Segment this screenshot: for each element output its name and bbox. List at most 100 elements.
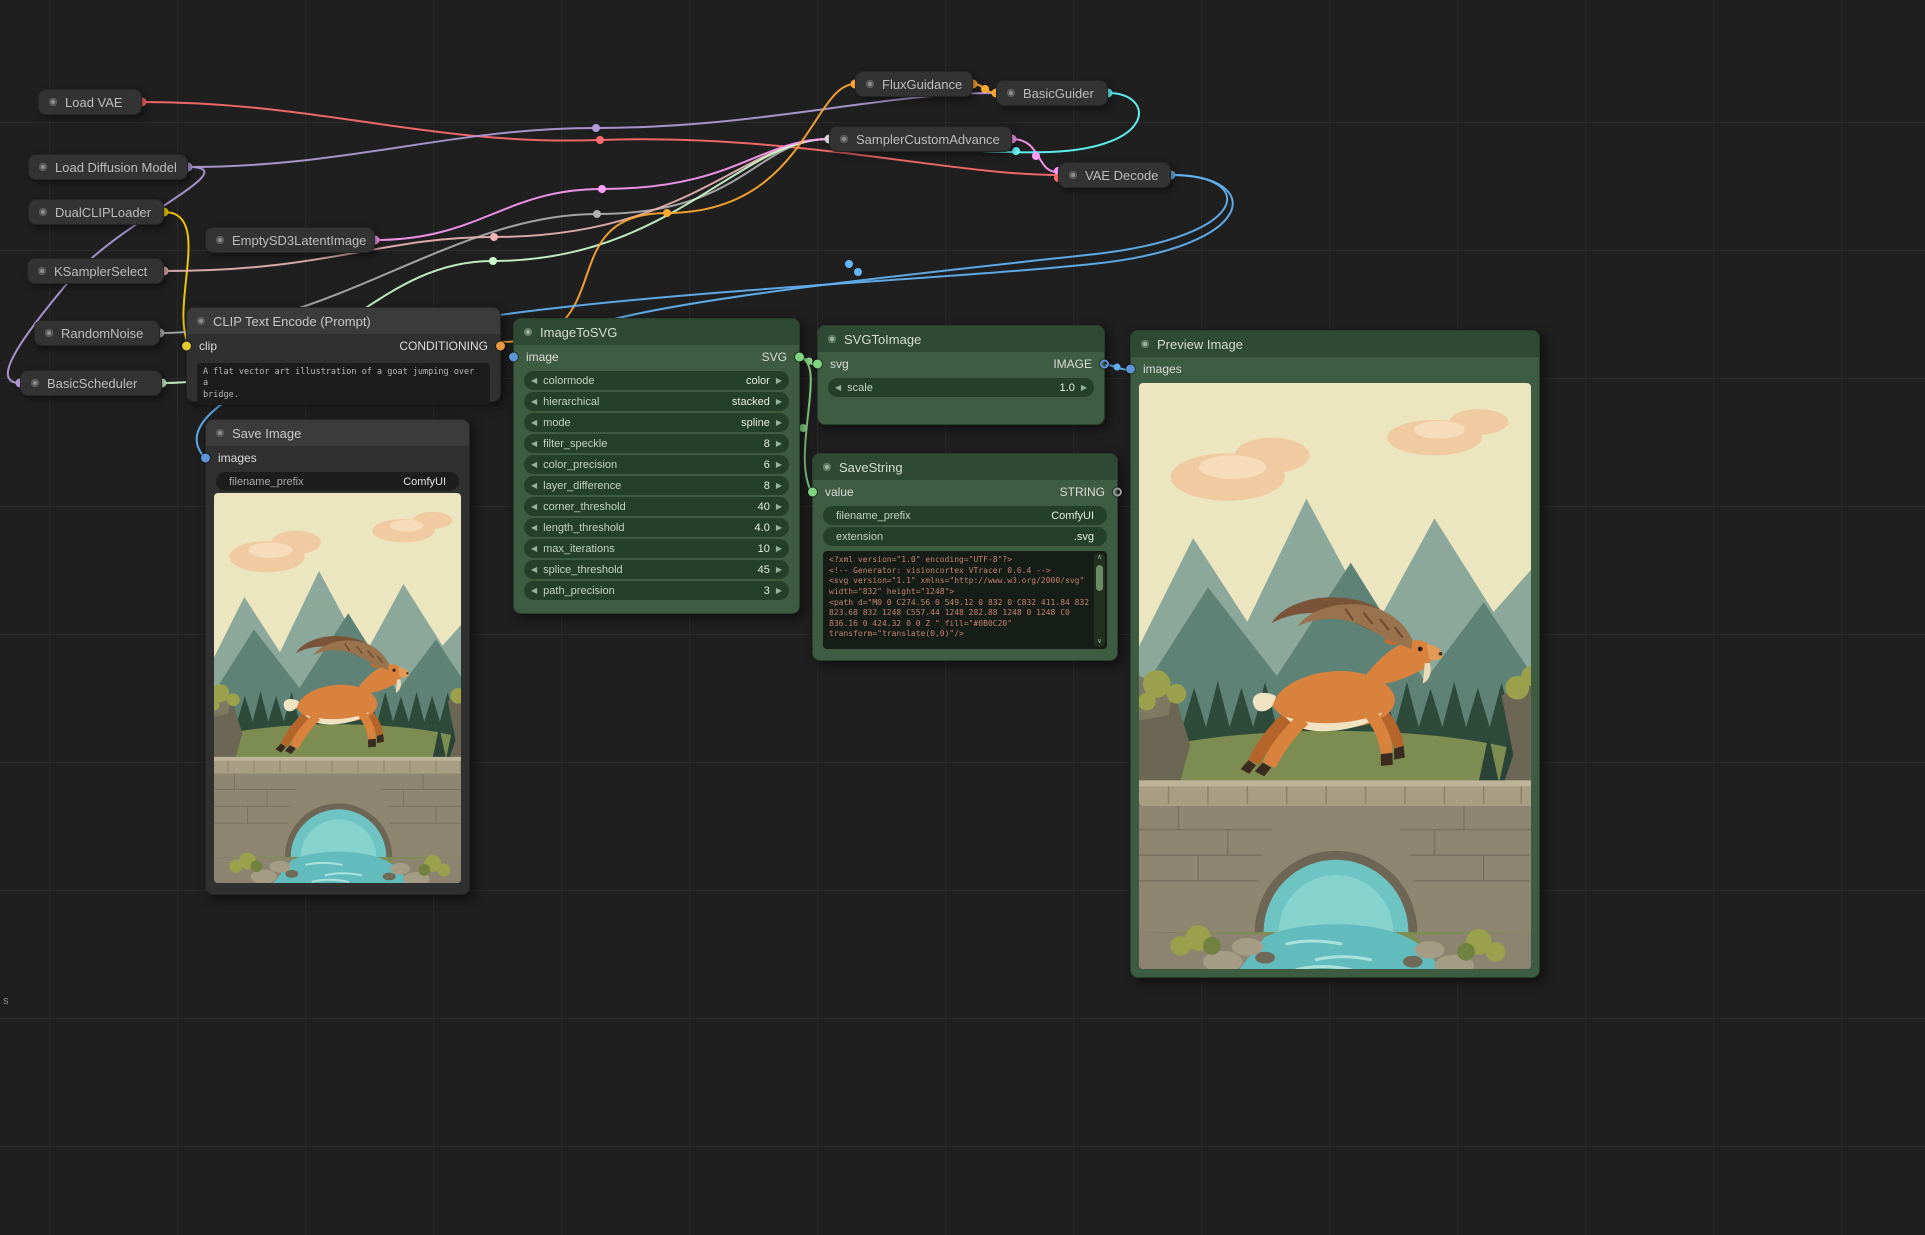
node-samplercustomadvance[interactable]: SamplerCustomAdvance	[829, 126, 1012, 152]
widget-colormode[interactable]: ◀ colormode color ▶	[524, 371, 789, 390]
scrollbar[interactable]: ∧ ∨	[1094, 553, 1105, 647]
collapse-dot[interactable]	[38, 267, 46, 275]
arrow-right-icon[interactable]: ▶	[776, 440, 782, 448]
node-emptysd3latentimage[interactable]: EmptySD3LatentImage	[205, 227, 375, 253]
arrow-left-icon[interactable]: ◀	[531, 503, 537, 511]
node-load-vae[interactable]: Load VAE	[38, 89, 142, 115]
node-graph-canvas[interactable]: Load VAE Load Diffusion Model DualCLIPLo…	[0, 0, 1925, 1235]
collapse-dot[interactable]	[216, 429, 224, 437]
collapse-dot[interactable]	[1069, 171, 1077, 179]
output-slot-string[interactable]: STRING	[1060, 485, 1105, 499]
node-titlebar[interactable]: Save Image	[206, 420, 469, 446]
node-save-string[interactable]: SaveString value STRING filename_prefix …	[812, 453, 1118, 661]
collapse-dot[interactable]	[39, 163, 47, 171]
node-vae-decode[interactable]: VAE Decode	[1058, 162, 1171, 188]
node-titlebar[interactable]: SVGToImage	[818, 326, 1104, 352]
node-load-diffusion-model[interactable]: Load Diffusion Model	[28, 154, 188, 180]
widget-splice-threshold[interactable]: ◀ splice_threshold 45 ▶	[524, 560, 789, 579]
arrow-left-icon[interactable]: ◀	[531, 545, 537, 553]
widget-layer-difference[interactable]: ◀ layer_difference 8 ▶	[524, 476, 789, 495]
arrow-left-icon[interactable]: ◀	[531, 377, 537, 385]
arrow-right-icon[interactable]: ▶	[776, 398, 782, 406]
node-titlebar[interactable]: Preview Image	[1131, 331, 1539, 357]
arrow-left-icon[interactable]: ◀	[531, 587, 537, 595]
node-titlebar[interactable]: SaveString	[813, 454, 1117, 480]
arrow-right-icon[interactable]: ▶	[776, 503, 782, 511]
image-input-dot[interactable]	[509, 353, 518, 362]
node-titlebar[interactable]: CLIP Text Encode (Prompt)	[187, 308, 500, 334]
collapse-dot[interactable]	[840, 135, 848, 143]
node-svg-to-image[interactable]: SVGToImage svg IMAGE ◀ scale 1.0 ▶	[817, 325, 1105, 425]
output-slot-svg[interactable]: SVG	[762, 350, 787, 364]
arrow-right-icon[interactable]: ▶	[776, 545, 782, 553]
widget-extension[interactable]: extension .svg	[823, 527, 1107, 546]
node-ksamplerselect[interactable]: KSamplerSelect	[27, 258, 164, 284]
arrow-left-icon[interactable]: ◀	[531, 524, 537, 532]
collapse-dot[interactable]	[39, 208, 47, 216]
images-input-dot[interactable]	[1126, 365, 1135, 374]
clip-input-dot[interactable]	[182, 342, 191, 351]
collapse-dot[interactable]	[216, 236, 224, 244]
value-input-dot[interactable]	[808, 488, 817, 497]
node-image-to-svg[interactable]: ImageToSVG image SVG ◀ colormode color ▶…	[513, 318, 800, 614]
arrow-left-icon[interactable]: ◀	[835, 384, 841, 392]
image-output-dot[interactable]	[1100, 360, 1109, 369]
collapse-dot[interactable]	[1141, 340, 1149, 348]
node-randomnoise[interactable]: RandomNoise	[34, 320, 160, 346]
widget-filter-speckle[interactable]: ◀ filter_speckle 8 ▶	[524, 434, 789, 453]
string-output-dot[interactable]	[1113, 488, 1122, 497]
arrow-right-icon[interactable]: ▶	[776, 587, 782, 595]
arrow-right-icon[interactable]: ▶	[776, 461, 782, 469]
input-slot-svg[interactable]: svg	[830, 357, 849, 371]
widget-max-iterations[interactable]: ◀ max_iterations 10 ▶	[524, 539, 789, 558]
arrow-right-icon[interactable]: ▶	[776, 377, 782, 385]
collapse-dot[interactable]	[823, 463, 831, 471]
output-slot-image[interactable]: IMAGE	[1053, 357, 1092, 371]
arrow-left-icon[interactable]: ◀	[531, 461, 537, 469]
node-dualcliploader[interactable]: DualCLIPLoader	[28, 199, 164, 225]
saved-image-preview[interactable]	[214, 493, 461, 883]
arrow-left-icon[interactable]: ◀	[531, 419, 537, 427]
arrow-right-icon[interactable]: ▶	[776, 566, 782, 574]
chevron-up-icon[interactable]: ∧	[1097, 553, 1102, 563]
arrow-right-icon[interactable]: ▶	[776, 419, 782, 427]
input-slot-image[interactable]: image	[526, 350, 559, 364]
input-slot-value[interactable]: value	[825, 485, 854, 499]
input-slot-images[interactable]: images	[1143, 362, 1182, 376]
input-slot-clip[interactable]: clip	[199, 339, 217, 353]
output-slot-conditioning[interactable]: CONDITIONING	[399, 339, 488, 353]
arrow-left-icon[interactable]: ◀	[531, 398, 537, 406]
widget-filename-prefix[interactable]: filename_prefix ComfyUI	[823, 506, 1107, 525]
widget-filename-prefix[interactable]: filename_prefix ComfyUI	[216, 472, 459, 491]
widget-length-threshold[interactable]: ◀ length_threshold 4.0 ▶	[524, 518, 789, 537]
node-save-image[interactable]: Save Image images filename_prefix ComfyU…	[205, 419, 470, 895]
string-preview-box[interactable]: <?xml version="1.0" encoding="UTF-8"?> <…	[823, 551, 1107, 649]
node-fluxguidance[interactable]: FluxGuidance	[855, 71, 973, 97]
arrow-right-icon[interactable]: ▶	[1081, 384, 1087, 392]
node-basicguider[interactable]: BasicGuider	[996, 80, 1108, 106]
widget-color-precision[interactable]: ◀ color_precision 6 ▶	[524, 455, 789, 474]
scrollbar-thumb[interactable]	[1096, 565, 1103, 591]
arrow-right-icon[interactable]: ▶	[776, 524, 782, 532]
collapse-dot[interactable]	[31, 379, 39, 387]
input-slot-images[interactable]: images	[218, 451, 257, 465]
collapse-dot[interactable]	[1007, 89, 1015, 97]
images-input-dot[interactable]	[201, 454, 210, 463]
widget-corner-threshold[interactable]: ◀ corner_threshold 40 ▶	[524, 497, 789, 516]
svg-output-dot[interactable]	[795, 353, 804, 362]
preview-image-display[interactable]	[1139, 383, 1531, 969]
widget-hierarchical[interactable]: ◀ hierarchical stacked ▶	[524, 392, 789, 411]
arrow-left-icon[interactable]: ◀	[531, 482, 537, 490]
node-titlebar[interactable]: ImageToSVG	[514, 319, 799, 345]
node-preview-image[interactable]: Preview Image images	[1130, 330, 1540, 978]
node-basicscheduler[interactable]: BasicScheduler	[20, 370, 162, 396]
arrow-left-icon[interactable]: ◀	[531, 566, 537, 574]
collapse-dot[interactable]	[197, 317, 205, 325]
widget-path-precision[interactable]: ◀ path_precision 3 ▶	[524, 581, 789, 600]
chevron-down-icon[interactable]: ∨	[1097, 637, 1102, 647]
conditioning-output-dot[interactable]	[496, 342, 505, 351]
collapse-dot[interactable]	[828, 335, 836, 343]
collapse-dot[interactable]	[524, 328, 532, 336]
widget-scale[interactable]: ◀ scale 1.0 ▶	[828, 378, 1094, 397]
arrow-left-icon[interactable]: ◀	[531, 440, 537, 448]
